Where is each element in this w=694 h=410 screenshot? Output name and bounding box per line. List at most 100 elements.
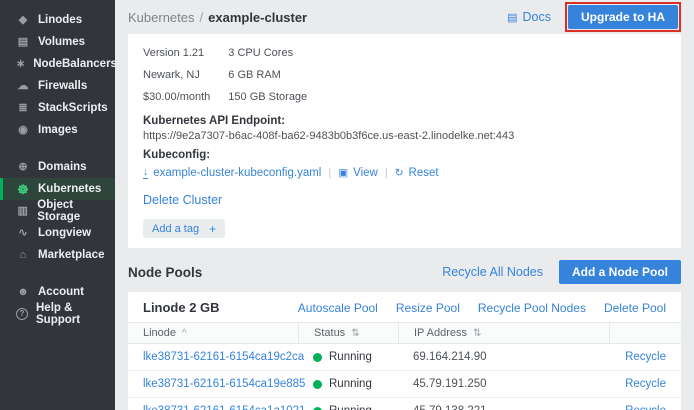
sort-icon: ⇅: [473, 328, 481, 339]
node-pool-card: Linode 2 GB Autoscale Pool Resize Pool R…: [128, 292, 681, 410]
sidebar-item-label: Longview: [38, 227, 91, 239]
breadcrumb-cluster-name: example-cluster: [208, 10, 307, 25]
kubeconfig-reset-link[interactable]: ↻ Reset: [395, 167, 439, 179]
kubeconfig-download-link[interactable]: ↓ example-cluster-kubeconfig.yaml: [143, 167, 321, 179]
sidebar-item-stackscripts[interactable]: ≣ StackScripts: [0, 97, 115, 119]
sidebar-item-label: Account: [38, 286, 84, 298]
status-running-dot: [313, 380, 322, 389]
recycle-all-nodes-link[interactable]: Recycle All Nodes: [442, 265, 543, 279]
spec-price: $30.00/month: [143, 86, 210, 108]
account-icon: ☻: [16, 287, 30, 298]
docs-link[interactable]: ▤ Docs: [507, 10, 551, 24]
upgrade-button-highlight: Upgrade to HA: [565, 2, 681, 32]
node-ip: 69.164.214.90: [398, 351, 609, 363]
domains-icon: ⊕: [16, 162, 30, 173]
sidebar-item-account[interactable]: ☻ Account: [0, 281, 115, 303]
sidebar-item-volumes[interactable]: ▤ Volumes: [0, 31, 115, 53]
add-tag-button[interactable]: Add a tag +: [143, 219, 225, 238]
stackscripts-icon: ≣: [16, 103, 30, 114]
column-label: Linode: [143, 327, 176, 339]
kubeconfig-actions: ↓ example-cluster-kubeconfig.yaml | ▣ Vi…: [143, 167, 666, 179]
table-row: lke38731-62161-6154ca19c2ca Running 69.1…: [128, 344, 681, 371]
sort-icon: ⇅: [351, 328, 359, 339]
column-label: IP Address: [414, 327, 467, 339]
sidebar-item-label: Domains: [38, 161, 87, 173]
kubeconfig-view-link[interactable]: ▣ View: [338, 167, 378, 179]
link-separator: |: [385, 167, 388, 179]
upgrade-to-ha-button[interactable]: Upgrade to HA: [568, 5, 678, 29]
column-header-status[interactable]: Status ⇅: [298, 323, 398, 343]
node-link[interactable]: lke38731-62161-6154ca19c2ca: [128, 351, 298, 363]
delete-pool-link[interactable]: Delete Pool: [604, 301, 666, 315]
node-link[interactable]: lke38731-62161-6154ca19e885: [128, 378, 298, 390]
status-label: Running: [329, 378, 372, 390]
breadcrumb-separator: /: [200, 10, 204, 25]
header-actions: ▤ Docs Upgrade to HA: [507, 2, 681, 32]
recycle-node-link[interactable]: Recycle: [625, 405, 666, 410]
sidebar-item-object-storage[interactable]: ▥ Object Storage: [0, 200, 115, 222]
node-link[interactable]: lke38731-62161-6154ca1a1021: [128, 405, 298, 410]
nodes-table-header: Linode ^ Status ⇅ IP Address ⇅: [128, 322, 681, 344]
column-label: Status: [314, 327, 345, 339]
sidebar-item-label: Volumes: [38, 36, 85, 48]
add-tag-label: Add a tag: [152, 223, 199, 235]
sidebar-item-label: Kubernetes: [38, 183, 101, 195]
sidebar-item-firewalls[interactable]: ☁ Firewalls: [0, 75, 115, 97]
linodes-icon: ◆: [16, 15, 30, 26]
sidebar-item-domains[interactable]: ⊕ Domains: [0, 156, 115, 178]
firewalls-icon: ☁: [16, 81, 30, 92]
api-endpoint-label: Kubernetes API Endpoint:: [143, 115, 666, 127]
sidebar-item-longview[interactable]: ∿ Longview: [0, 222, 115, 244]
node-ip: 45.79.191.250: [398, 378, 609, 390]
docs-label: Docs: [523, 10, 551, 24]
cluster-summary-card: Version 1.21 3 CPU Cores Newark, NJ 6 GB…: [128, 34, 681, 248]
sidebar-item-label: StackScripts: [38, 102, 108, 114]
sidebar-item-nodebalancers[interactable]: ∗ NodeBalancers: [0, 53, 115, 75]
sidebar-item-help-support[interactable]: ? Help & Support: [0, 303, 115, 325]
status-running-dot: [313, 407, 322, 410]
node-actions: Recycle: [609, 351, 681, 363]
sidebar-item-label: Linodes: [38, 14, 82, 26]
node-status: Running: [298, 378, 398, 390]
delete-cluster-button[interactable]: Delete Cluster: [143, 193, 666, 207]
reset-label: Reset: [409, 167, 439, 179]
recycle-node-link[interactable]: Recycle: [625, 378, 666, 390]
node-pools-actions: Recycle All Nodes Add a Node Pool: [442, 260, 681, 284]
breadcrumb: Kubernetes / example-cluster: [128, 10, 307, 25]
link-separator: |: [328, 167, 331, 179]
sidebar-item-marketplace[interactable]: ⌂ Marketplace: [0, 244, 115, 266]
spec-region: Newark, NJ: [143, 64, 210, 86]
sidebar-item-kubernetes[interactable]: ☸ Kubernetes: [0, 178, 115, 200]
sidebar-item-label: NodeBalancers: [33, 58, 117, 70]
add-node-pool-button[interactable]: Add a Node Pool: [559, 260, 681, 284]
recycle-node-link[interactable]: Recycle: [625, 351, 666, 363]
node-pools-title: Node Pools: [128, 265, 202, 280]
sidebar-item-label: Images: [38, 124, 78, 136]
main-content: Kubernetes / example-cluster ▤ Docs Upgr…: [115, 0, 694, 410]
pool-card-header: Linode 2 GB Autoscale Pool Resize Pool R…: [128, 292, 681, 322]
column-header-ip-address[interactable]: IP Address ⇅: [398, 323, 609, 343]
view-label: View: [353, 167, 378, 179]
node-actions: Recycle: [609, 378, 681, 390]
node-actions: Recycle: [609, 405, 681, 410]
node-status: Running: [298, 351, 398, 363]
sidebar-item-label: Object Storage: [37, 199, 115, 223]
sidebar-group-services: ⊕ Domains ☸ Kubernetes ▥ Object Storage …: [0, 156, 115, 266]
sidebar-item-linodes[interactable]: ◆ Linodes: [0, 9, 115, 31]
autoscale-pool-link[interactable]: Autoscale Pool: [298, 301, 378, 315]
column-header-linode[interactable]: Linode ^: [128, 323, 298, 343]
view-icon: ▣: [338, 168, 348, 179]
reset-icon: ↻: [395, 168, 404, 179]
recycle-pool-nodes-link[interactable]: Recycle Pool Nodes: [478, 301, 586, 315]
column-header-actions: [609, 323, 681, 343]
breadcrumb-section-link[interactable]: Kubernetes: [128, 10, 195, 25]
table-row: lke38731-62161-6154ca1a1021 Running 45.7…: [128, 398, 681, 410]
sidebar-item-images[interactable]: ◉ Images: [0, 119, 115, 141]
pool-name: Linode 2 GB: [143, 300, 220, 315]
spec-cpu: 3 CPU Cores: [228, 42, 307, 64]
sidebar-group-account: ☻ Account ? Help & Support: [0, 281, 115, 325]
resize-pool-link[interactable]: Resize Pool: [396, 301, 460, 315]
sort-asc-icon: ^: [182, 328, 187, 339]
docs-icon: ▤: [507, 11, 517, 24]
nodebalancers-icon: ∗: [16, 59, 25, 70]
